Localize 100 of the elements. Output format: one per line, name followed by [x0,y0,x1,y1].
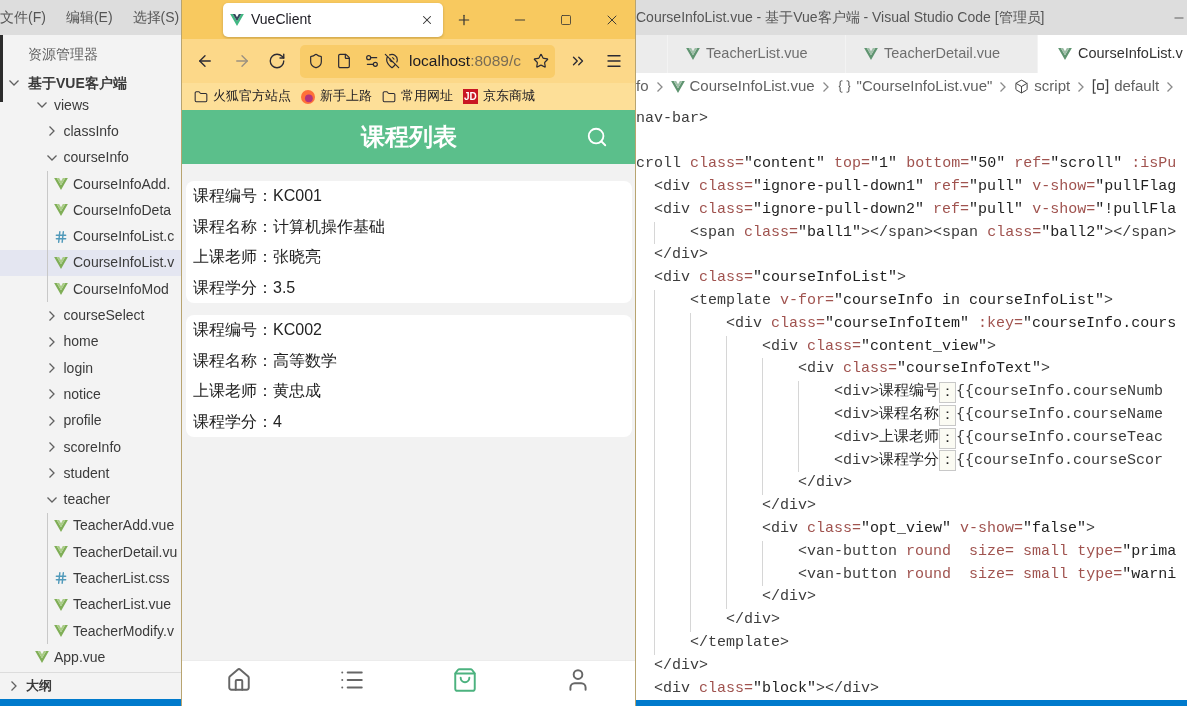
code-line: </div> [654,245,709,266]
menu-item[interactable]: 编辑(E) [65,7,113,28]
tree-item[interactable]: TeacherList.css [0,565,181,592]
code-line: </div> [654,655,709,676]
tree-item[interactable]: CourseInfoAdd. [0,170,181,198]
tree-item[interactable]: notice [0,381,181,408]
folder-icon [382,89,396,104]
code-line: </div> [762,587,817,608]
editor-tab[interactable]: CourseInfoList.v [1037,35,1187,73]
browser-tab[interactable]: VueClient [223,2,443,37]
code-line: nav-bar> [636,108,709,129]
tree-item[interactable]: TeacherDetail.vu [0,539,181,566]
v-logo-icon [230,13,244,26]
tree-item[interactable]: home [0,328,181,355]
course-field: 课程名称：计算机操作基础 [193,211,385,242]
v-logo-icon [54,625,68,638]
code-line: <div class="block"></div> [654,678,880,699]
course-card[interactable]: 课程编号：KC002 课程名称：高等数学 上课老师：黄忠成 课程学分：4 [186,315,632,437]
tree-item[interactable]: TeacherModify.v [0,617,181,645]
star-icon[interactable] [533,53,549,69]
tree-item[interactable]: CourseInfoList.c [0,223,181,250]
code-line: <div class="ignore-pull-down2" ref="pull" v-show="!pullFla [654,199,1177,220]
code-line: <div class="ignore-pull-down1" ref="pull" v-show="pullFlag [654,177,1177,197]
breadcrumb-item[interactable]: fo [636,75,649,98]
bookmark-item[interactable]: 常用网址 [382,87,453,106]
course-field: 课程名称：高等数学 [193,345,337,376]
v-logo-icon [54,256,68,269]
tree-item[interactable]: CourseInfoMod [0,276,181,303]
v-logo-icon [54,283,68,296]
code-line: <div>课程学分：{{courseInfo.courseScor [834,449,1164,473]
url-field[interactable]: localhost:8089/c [300,44,555,78]
v-logo-icon [54,519,68,532]
code-line: <div class="courseInfoList"> [654,268,907,289]
home-icon[interactable] [225,667,252,693]
breadcrumb-item[interactable]: CourseInfoList.vue [670,75,815,98]
page-icon[interactable] [336,53,352,69]
course-field: 课程学分：3.5 [193,272,296,303]
v-logo-icon [54,204,68,217]
tree-item[interactable]: profile [0,407,181,434]
chevron-icon [822,81,829,92]
braces-icon [836,79,852,94]
sliders-icon[interactable] [364,53,380,69]
tree-item[interactable]: views [0,92,181,119]
tree-item[interactable]: CourseInfoList.v [0,249,181,277]
code-line: </template> [690,632,790,653]
code-line: </div> [762,496,817,517]
code-line: <div class="courseInfoText"> [798,359,1051,380]
breadcrumb-item[interactable]: script [1014,75,1071,98]
code-line: <div>课程名称：{{courseInfo.courseName [834,403,1164,427]
bookmark-item[interactable]: 火狐官方站点 [194,87,291,106]
hash-icon [54,571,68,586]
cube-icon [1014,79,1030,94]
bag-icon[interactable] [452,667,479,693]
maximize-icon[interactable] [560,13,572,26]
chevron-icon [656,81,663,92]
tree-item[interactable]: scoreInfo [0,433,181,461]
course-field: 上课老师：黄忠成 [193,376,321,407]
tree-item[interactable]: TeacherAdd.vue [0,512,181,540]
menu-item[interactable]: 文件(F) [0,7,46,28]
code-line: croll class="content" top="1" bottom="50" ref="scroll" :isPu [636,154,1177,175]
course-card[interactable]: 课程编号：KC001 课程名称：计算机操作基础 上课老师：张晓亮 课程学分：3.5 [186,181,632,303]
panel-title: 资源管理器 [28,45,98,64]
reload-icon[interactable] [268,52,286,70]
tree-item[interactable]: classInfo [0,118,181,145]
v-logo-icon [54,178,68,191]
section-header[interactable]: 基于VUE客户端 [0,74,181,92]
window-title: CourseInfoList.vue - 基于Vue客户端 - Visual Studio Code [管理员] [636,8,1045,27]
code-line: </div> [798,473,853,494]
v-logo-icon [864,48,878,60]
v-logo-icon [1058,48,1072,60]
breadcrumb-item[interactable]: default [1092,75,1160,98]
shield-icon[interactable] [308,53,324,69]
code-line: <div>上课老师：{{courseInfo.courseTeac [834,426,1164,450]
tree-item[interactable]: courseInfo [0,144,181,171]
tree-item[interactable]: CourseInfoDeta [0,197,181,224]
chevron-icon [1078,81,1085,92]
menu-item[interactable]: 选择(S) [132,7,180,28]
bookmark-item[interactable]: JD 京东商城 [463,87,535,106]
folder-icon [194,89,208,104]
v-logo-icon [35,651,49,664]
location-off-icon[interactable] [384,53,400,69]
course-field: 课程学分：4 [193,406,282,437]
hash-icon [54,229,68,244]
logo-badge: JD [463,89,478,104]
tree-item[interactable]: courseSelect [0,302,181,329]
breadcrumb-item[interactable]: "CourseInfoList.vue" [836,75,993,98]
tree-item[interactable]: login [0,354,181,382]
code-line: </div> [726,610,781,631]
code-line: <div class="opt_view" v-show="false"> [762,518,1096,539]
v-logo-icon [54,546,68,559]
menu-icon[interactable] [605,52,623,70]
tree-item[interactable]: teacher [0,486,181,513]
tree-item[interactable]: TeacherList.vue [0,591,181,618]
tree-item[interactable]: App.vue [0,644,181,671]
code-line: <div class="courseInfoItem" :key="courseInfo.cours [726,313,1177,334]
bookmark-item[interactable]: 新手上路 [301,87,372,106]
course-field: 课程编号：KC002 [193,315,322,346]
tree-item[interactable]: student [0,460,181,487]
v-logo-icon [670,80,685,93]
page-title: 课程列表 [360,122,457,152]
